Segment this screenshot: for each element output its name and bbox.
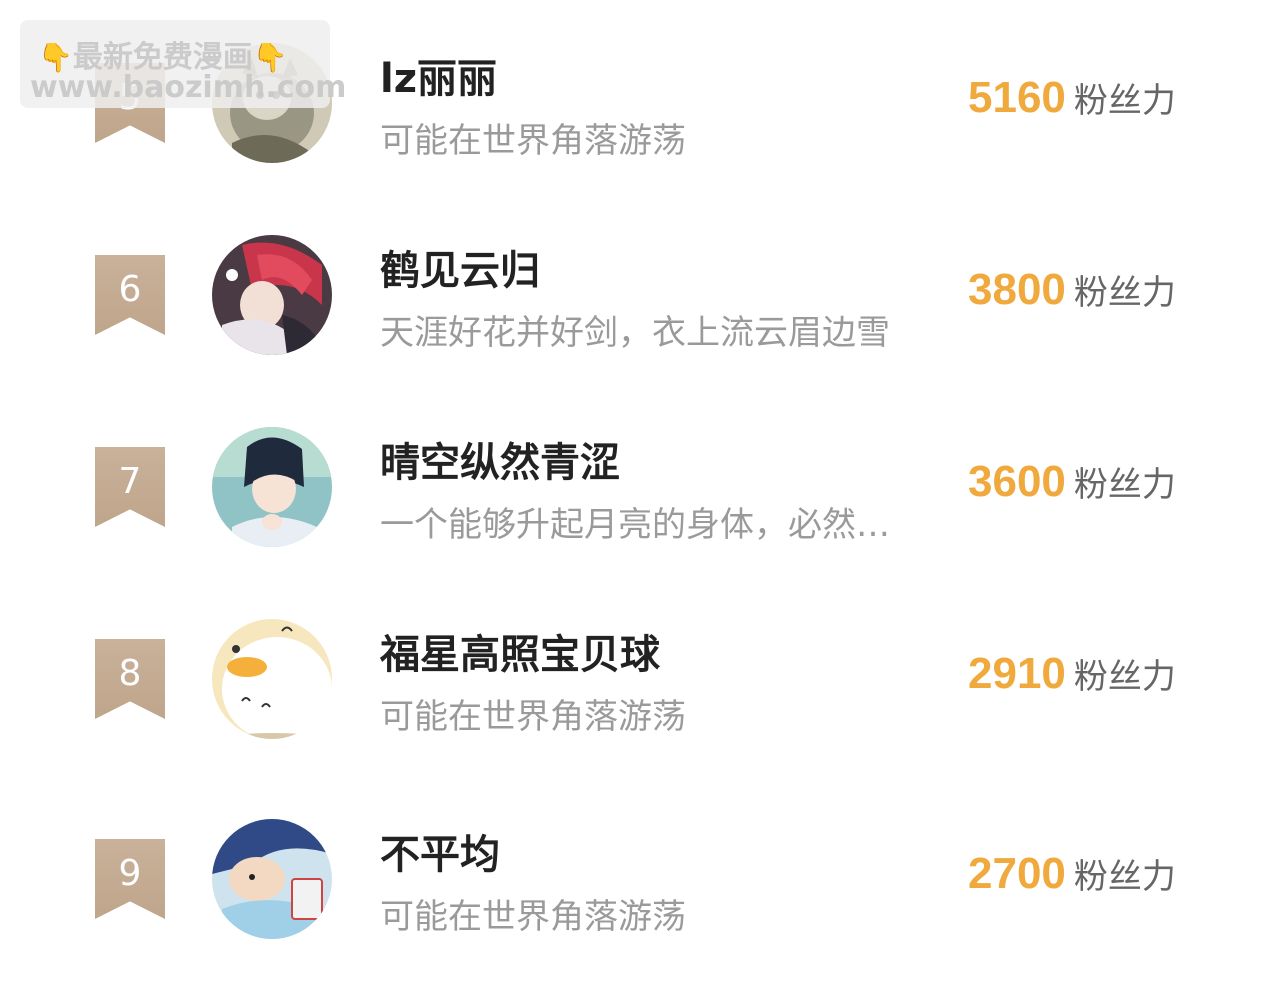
score-value: 2910 (968, 649, 1066, 698)
fan-power-score: 2910 粉丝力 (968, 649, 1176, 699)
rank-badge: 8 (95, 639, 165, 719)
username[interactable]: lz丽丽 (380, 46, 497, 104)
avatar[interactable] (212, 427, 332, 547)
fan-power-score: 3600 粉丝力 (968, 457, 1176, 507)
score-value: 5160 (968, 73, 1066, 122)
ranking-row-7[interactable]: 7 晴空纵然青涩 一个能够升起月亮的身体，必然… 3600 粉丝力 (0, 412, 1280, 562)
user-signature: 可能在世界角落游荡 (380, 897, 686, 937)
score-value: 2700 (968, 849, 1066, 898)
username[interactable]: 晴空纵然青涩 (380, 430, 620, 488)
ranking-row-6[interactable]: 6 鹤见云归 天涯好花并好剑，衣上流云眉边雪 3800 粉丝力 (0, 220, 1280, 370)
score-value: 3800 (968, 265, 1066, 314)
score-unit: 粉丝力 (1073, 465, 1176, 505)
rank-badge: 6 (95, 255, 165, 335)
avatar[interactable] (212, 619, 332, 739)
ranking-row-9[interactable]: 9 不平均 可能在世界角落游荡 2700 粉丝力 (0, 804, 1280, 954)
ranking-row-8[interactable]: 8 福星高照宝贝球 可能在世界角落游荡 2910 粉丝力 (0, 604, 1280, 754)
username[interactable]: 福星高照宝贝球 (380, 622, 660, 680)
fan-power-score: 2700 粉丝力 (968, 849, 1176, 899)
score-unit: 粉丝力 (1073, 657, 1176, 697)
fan-ranking-list: 5 lz丽丽 可能在世界角落游荡 5160粉丝力 6 (0, 0, 1280, 1000)
username[interactable]: 不平均 (380, 822, 500, 880)
user-signature: 可能在世界角落游荡 (380, 121, 686, 161)
watermark-url: www.baozimh.com (30, 70, 347, 105)
fan-power-score: 5160 粉丝力 (968, 73, 1176, 123)
score-value: 3600 (968, 457, 1066, 506)
username[interactable]: 鹤见云归 (380, 238, 540, 296)
score-unit: 粉丝力 (1073, 857, 1176, 897)
user-signature: 可能在世界角落游荡 (380, 697, 686, 737)
user-signature: 天涯好花并好剑，衣上流云眉边雪 (380, 313, 890, 353)
user-signature: 一个能够升起月亮的身体，必然… (380, 505, 890, 545)
rank-badge: 7 (95, 447, 165, 527)
score-unit: 粉丝力 (1073, 273, 1176, 313)
site-watermark: 👇最新免费漫画👇 www.baozimh.com (20, 20, 346, 108)
avatar[interactable] (212, 819, 332, 939)
score-unit: 粉丝力 (1073, 81, 1176, 121)
rank-badge: 9 (95, 839, 165, 919)
avatar[interactable] (212, 235, 332, 355)
fan-power-score: 3800 粉丝力 (968, 265, 1176, 315)
